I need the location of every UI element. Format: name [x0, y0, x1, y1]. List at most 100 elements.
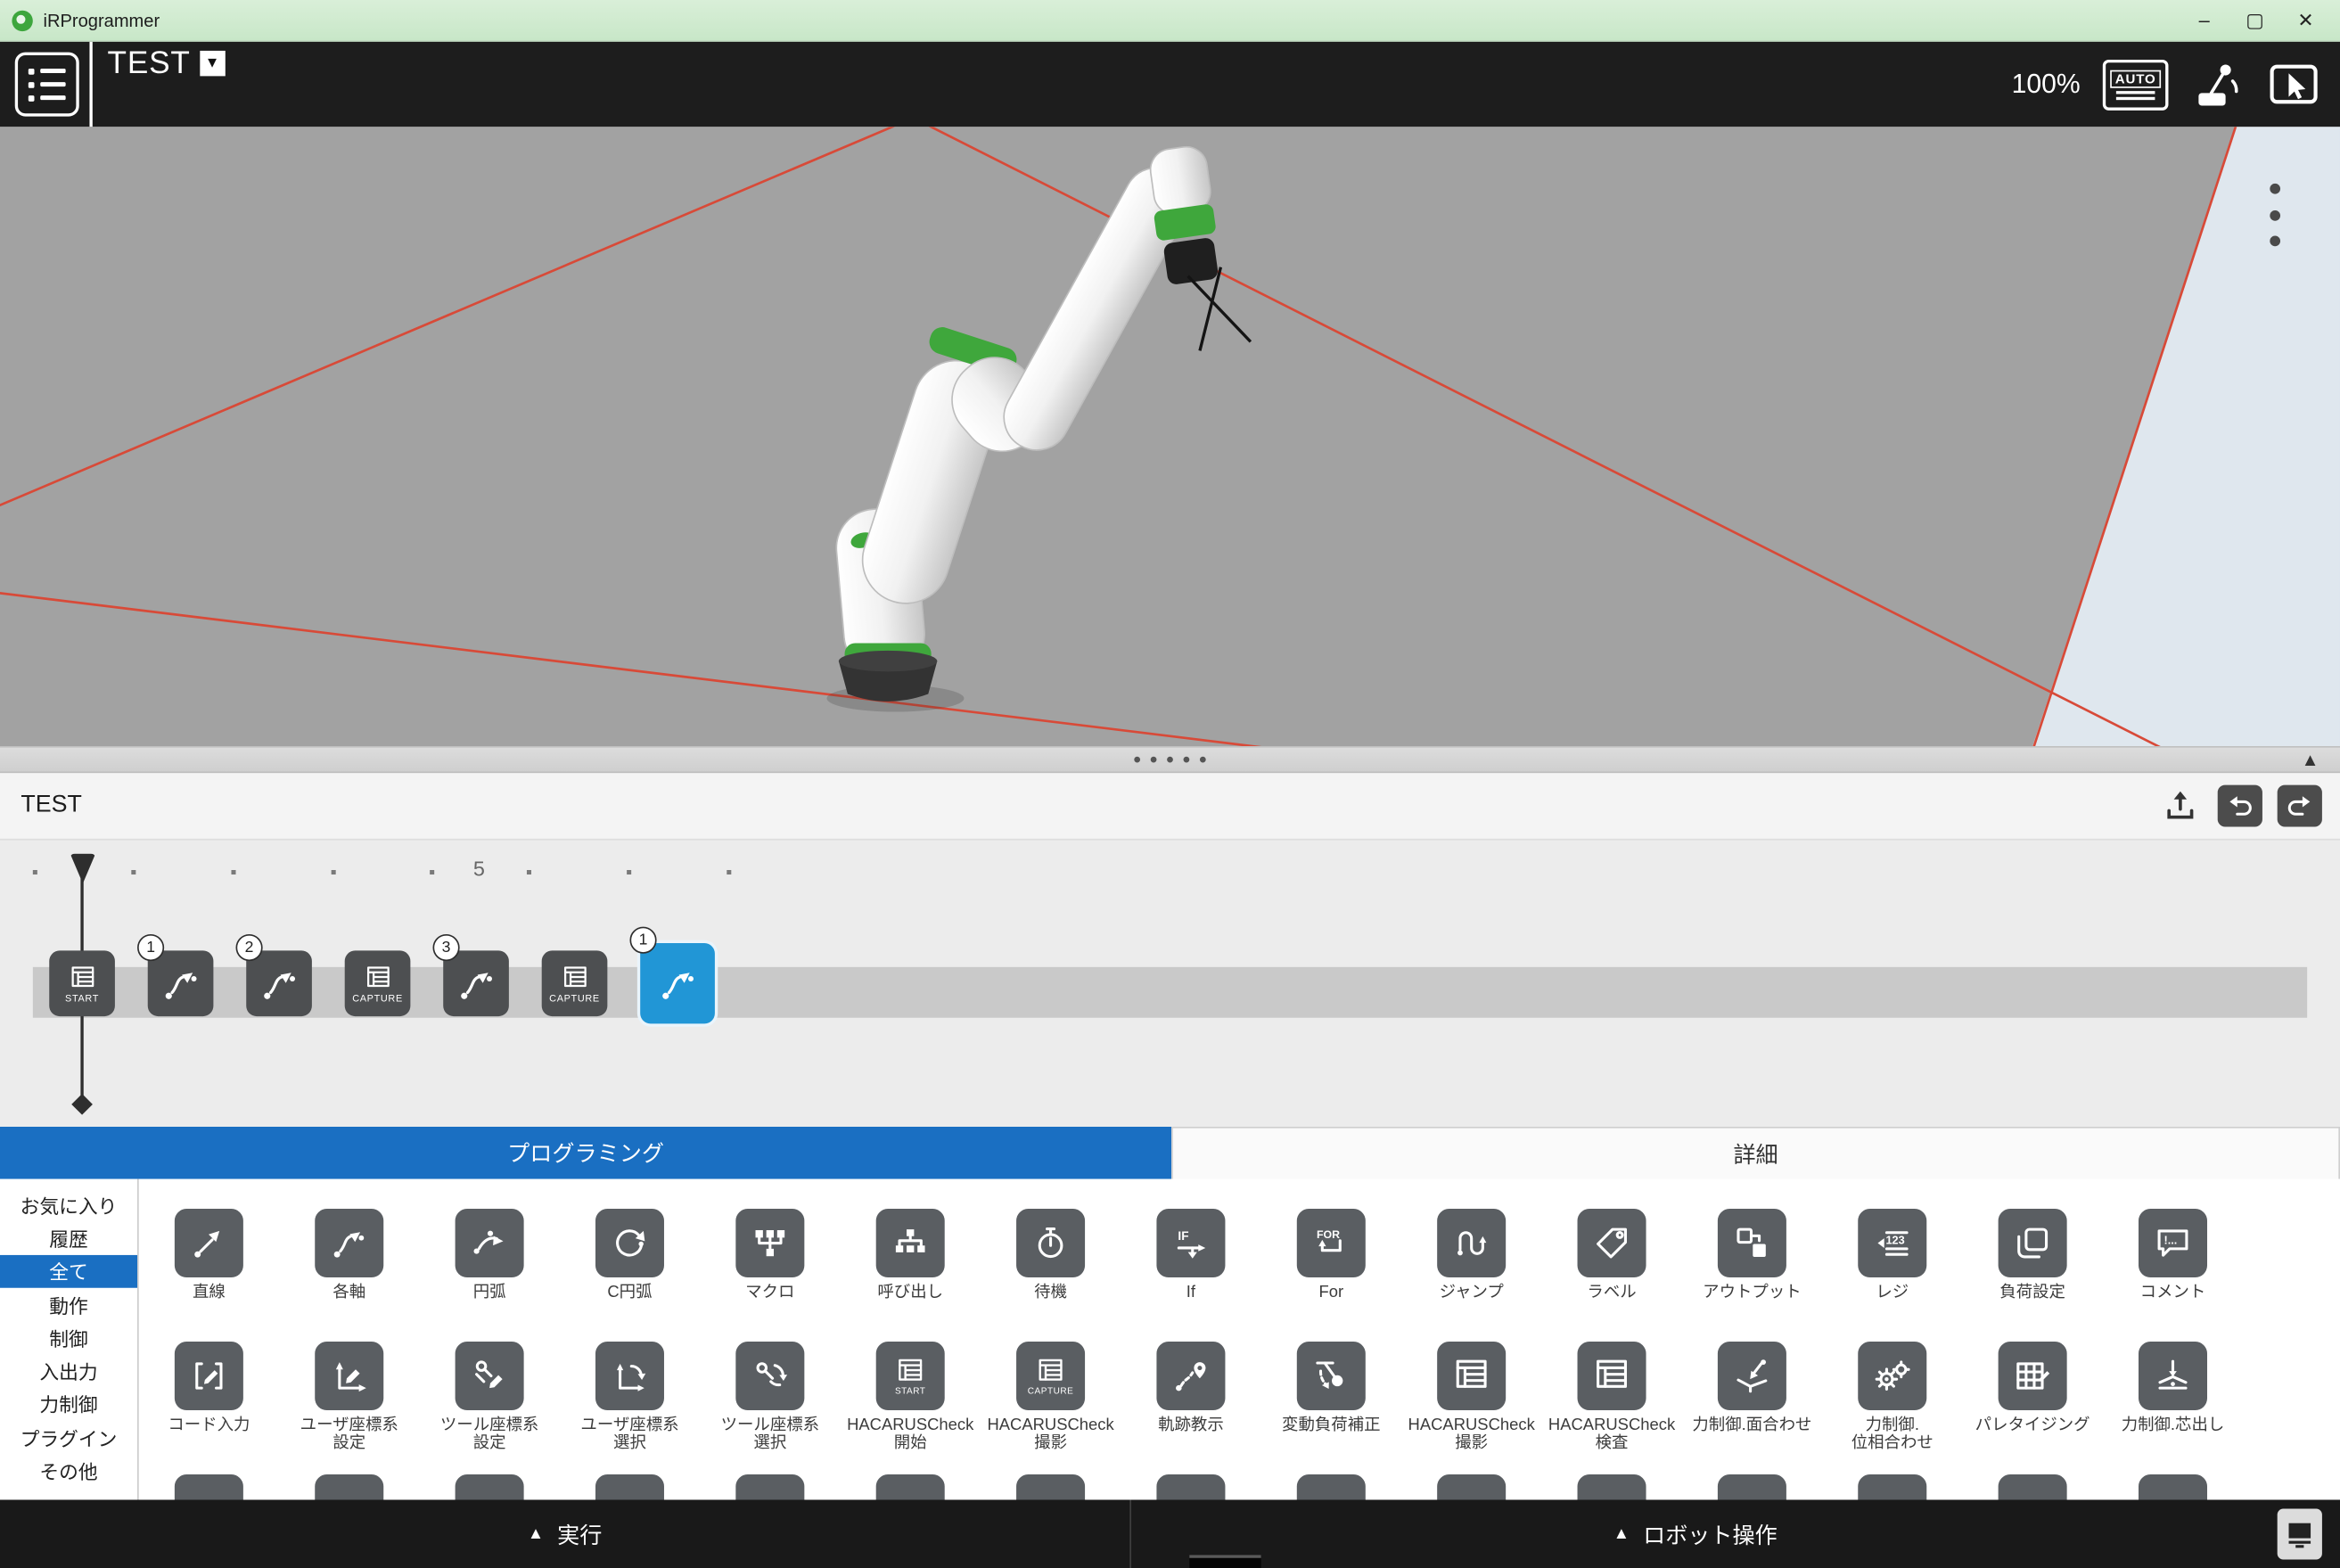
palette-item-r3-c15[interactable]	[2103, 1474, 2243, 1499]
palette-item-r2-c5[interactable]: ツール座標系選択	[700, 1342, 840, 1452]
sidebar-item-force[interactable]: 力制御	[0, 1388, 137, 1421]
palette-item-r1-c1[interactable]: 直線	[139, 1209, 279, 1301]
timeline-block-capture-5[interactable]: CAPTURE	[542, 950, 608, 1016]
palette-item-r3-c13[interactable]	[1822, 1474, 1962, 1499]
sidebar-item-io[interactable]: 入出力	[0, 1354, 137, 1387]
3d-scene[interactable]	[0, 127, 2340, 746]
timeline-block-motion-1[interactable]: 1	[148, 950, 214, 1016]
auto-mode-button[interactable]: AUTO	[2103, 59, 2169, 110]
undo-button[interactable]	[2218, 785, 2262, 827]
timeline-block-capture-3[interactable]: CAPTURE	[345, 950, 411, 1016]
palette-item-r2-c6[interactable]: STARTHACARUSCheck開始	[841, 1342, 981, 1452]
redo-button[interactable]	[2278, 785, 2322, 827]
touch-operate-button[interactable]	[2267, 57, 2320, 111]
palette-item-r1-c4[interactable]: C円弧	[560, 1209, 700, 1301]
palette-item-r2-c9[interactable]: 変動負荷補正	[1261, 1342, 1401, 1452]
sidebar-item-history[interactable]: 履歴	[0, 1221, 137, 1254]
palette-item-r2-c2[interactable]: ユーザ座標系設定	[279, 1342, 419, 1452]
motion-path-icon	[657, 964, 697, 1004]
viewport-splitter[interactable]: ▲	[0, 746, 2340, 773]
palette-icon-box	[1156, 1474, 1225, 1499]
sidebar-item-motion[interactable]: 動作	[0, 1288, 137, 1321]
palette-item-r1-c10[interactable]: ジャンプ	[1401, 1209, 1541, 1301]
palette-item-r2-c1[interactable]: コード入力	[139, 1342, 279, 1452]
palette-icon-box	[876, 1474, 945, 1499]
viewport-3d[interactable]	[0, 127, 2340, 746]
maximize-button[interactable]: ▢	[2229, 3, 2280, 38]
palette-item-r2-c10[interactable]: HACARUSCheck撮影	[1401, 1342, 1541, 1452]
palette-item-r1-c3[interactable]: 円弧	[419, 1209, 559, 1301]
palette-icon-box	[456, 1209, 524, 1277]
palette-item-r3-c7[interactable]	[981, 1474, 1121, 1499]
palette-item-r1-c15[interactable]: !...コメント	[2103, 1209, 2243, 1301]
palette-icon-box	[1016, 1209, 1085, 1277]
zoom-level[interactable]: 100%	[2012, 69, 2081, 100]
playhead-pin[interactable]	[70, 854, 95, 883]
palette-item-r3-c4[interactable]	[560, 1474, 700, 1499]
palette-item-r2-c8[interactable]: 軌跡教示	[1121, 1342, 1260, 1452]
minimize-button[interactable]: –	[2179, 3, 2229, 38]
palette-item-r1-c12[interactable]: アウトプット	[1682, 1209, 1822, 1301]
sidebar-item-control[interactable]: 制御	[0, 1321, 137, 1354]
export-button[interactable]	[2158, 785, 2203, 827]
palette-item-r2-c3[interactable]: ツール座標系設定	[419, 1342, 559, 1452]
palette-item-r1-c9[interactable]: FORFor	[1261, 1209, 1401, 1301]
palette-item-r2-c4[interactable]: ユーザ座標系選択	[560, 1342, 700, 1452]
close-button[interactable]: ✕	[2280, 3, 2331, 38]
execute-drawer-button[interactable]: ▲ 実行	[0, 1499, 1129, 1568]
grid-icon	[561, 964, 589, 992]
palette-item-r1-c6[interactable]: 呼び出し	[841, 1209, 981, 1301]
timeline-block-motion-6[interactable]: 1	[640, 943, 715, 1023]
palette-item-r2-c14[interactable]: パレタイジング	[1962, 1342, 2102, 1452]
program-timeline[interactable]: 5 START12CAPTURE3CAPTURE1	[0, 841, 2340, 1127]
palette-item-r1-c8[interactable]: IFIf	[1121, 1209, 1260, 1301]
palette-item-r3-c2[interactable]	[279, 1474, 419, 1499]
palette-item-label: マクロ	[745, 1284, 794, 1301]
palette-item-label: 力制御.芯出し	[2122, 1416, 2225, 1434]
menu-icon	[29, 81, 66, 87]
palette-item-r1-c7[interactable]: 待機	[981, 1209, 1121, 1301]
palette-item-r1-c5[interactable]: マクロ	[700, 1209, 840, 1301]
palette-item-r3-c3[interactable]	[419, 1474, 559, 1499]
menu-button[interactable]	[15, 53, 79, 117]
palette-item-r2-c15[interactable]: 力制御.芯出し	[2103, 1342, 2243, 1452]
palette-item-r3-c12[interactable]	[1682, 1474, 1822, 1499]
palette-item-r1-c11[interactable]: ラベル	[1541, 1209, 1681, 1301]
sidebar-item-all[interactable]: 全て	[0, 1254, 137, 1287]
collapse-up-icon[interactable]: ▲	[2302, 749, 2319, 769]
palette-item-r3-c6[interactable]	[841, 1474, 981, 1499]
robot-operate-drawer-button[interactable]: ▲ ロボット操作	[1129, 1499, 2259, 1568]
palette-icon-box: 123	[1858, 1209, 1926, 1277]
virtual-keyboard-button[interactable]	[2278, 1509, 2322, 1560]
tab-programming[interactable]: プログラミング	[0, 1127, 1171, 1179]
program-selector[interactable]: TEST ▼	[89, 42, 225, 127]
palette-item-r3-c8[interactable]	[1121, 1474, 1260, 1499]
jog-pendant-button[interactable]	[2191, 57, 2245, 111]
palette-item-r2-c12[interactable]: 力制御.面合わせ	[1682, 1342, 1822, 1452]
sidebar-item-other[interactable]: その他	[0, 1454, 137, 1487]
palette-item-r3-c14[interactable]	[1962, 1474, 2102, 1499]
palette-item-r3-c1[interactable]	[139, 1474, 279, 1499]
palette-item-r3-c5[interactable]	[700, 1474, 840, 1499]
sidebar-item-favorites[interactable]: お気に入り	[0, 1188, 137, 1221]
timeline-block-motion-2[interactable]: 2	[246, 950, 312, 1016]
viewport-menu-button[interactable]	[2264, 181, 2285, 250]
palette-item-r1-c13[interactable]: 123レジ	[1822, 1209, 1962, 1301]
palette-item-r2-c13[interactable]: 力制御.位相合わせ	[1822, 1342, 1962, 1452]
timeline-block-start-0[interactable]: START	[49, 950, 115, 1016]
palette-item-r3-c9[interactable]	[1261, 1474, 1401, 1499]
palette-item-r1-c2[interactable]: 各軸	[279, 1209, 419, 1301]
palette-item-r3-c10[interactable]	[1401, 1474, 1541, 1499]
palette-icon-box	[735, 1342, 804, 1410]
palette-icon-box	[1297, 1474, 1366, 1499]
grid-icon	[895, 1356, 924, 1385]
palette-item-r2-c11[interactable]: HACARUSCheck検査	[1541, 1342, 1681, 1452]
palette-item-r3-c11[interactable]	[1541, 1474, 1681, 1499]
icon-caption: START	[895, 1387, 926, 1396]
sidebar-item-plugin[interactable]: プラグイン	[0, 1421, 137, 1454]
palette-item-r2-c7[interactable]: CAPTUREHACARUSCheck撮影	[981, 1342, 1121, 1452]
palette-item-r1-c14[interactable]: 負荷設定	[1962, 1209, 2102, 1301]
timeline-block-motion-4[interactable]: 3	[443, 950, 509, 1016]
tab-details[interactable]: 詳細	[1171, 1127, 2340, 1179]
call-icon	[891, 1224, 930, 1263]
